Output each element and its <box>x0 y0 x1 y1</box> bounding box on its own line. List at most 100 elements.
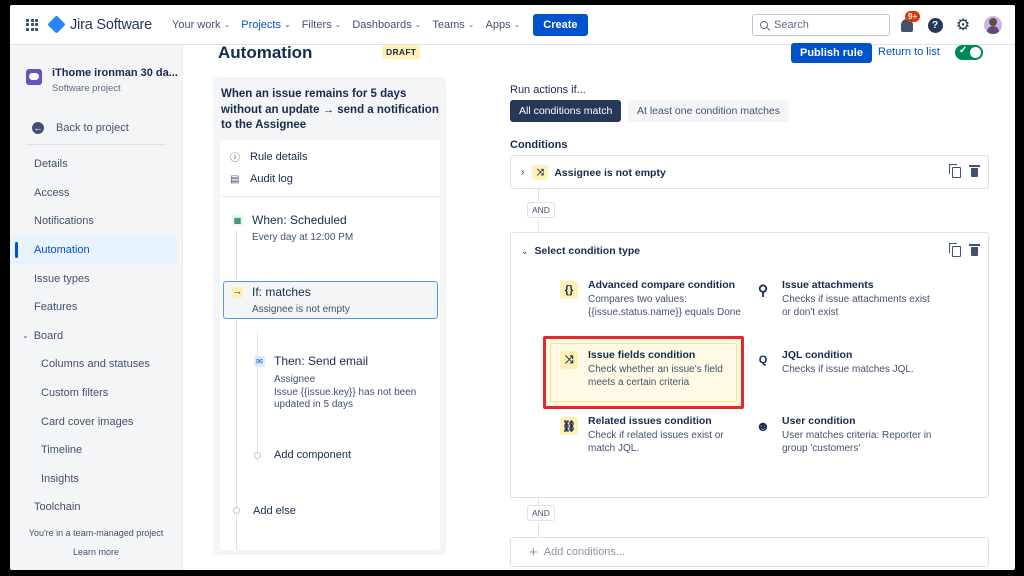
add-else-link[interactable]: Add else <box>253 505 296 517</box>
sidebar-item-columns-and-statuses[interactable]: Columns and statuses <box>10 350 182 379</box>
audit-log-link[interactable]: ▤ Audit log <box>230 173 293 185</box>
add-conditions-button[interactable]: + Add conditions... <box>510 537 989 567</box>
sidebar-item-issue-types[interactable]: Issue types <box>10 264 182 293</box>
chevron-down-icon: ⌄ <box>283 20 291 29</box>
add-component-link[interactable]: Add component <box>274 449 351 461</box>
rule-enabled-toggle[interactable]: ✓ <box>955 45 983 60</box>
flow-connector <box>538 522 539 537</box>
add-else-dot <box>233 507 240 514</box>
select-condition-header[interactable]: ⌄ Select condition type <box>521 245 640 257</box>
sidebar-item-insights[interactable]: Insights <box>10 465 182 494</box>
app-switcher-icon[interactable] <box>26 18 38 31</box>
option-title: Issue fields condition <box>588 349 696 361</box>
nav-label: Dashboards <box>352 18 412 31</box>
info-icon: ⓘ <box>230 153 240 164</box>
nav-label: Filters <box>301 18 332 31</box>
paperclip-icon: ⚲ <box>757 281 769 298</box>
rule-panel: When an issue remains for 5 days without… <box>213 77 446 555</box>
profile-avatar[interactable] <box>984 16 1002 34</box>
option-advanced-compare[interactable]: {} Advanced compare condition Compares t… <box>560 279 745 319</box>
one-condition-matches-option[interactable]: At least one condition matches <box>628 100 790 122</box>
sidebar-item-automation[interactable]: Automation <box>10 235 177 265</box>
action-subject: Issue {{issue.key}} has not been updated… <box>274 386 417 411</box>
option-related-issues[interactable]: ⛓ Related issues condition Check if rela… <box>560 415 745 455</box>
option-jql[interactable]: Q JQL condition Checks if issue matches … <box>754 349 939 376</box>
help-button[interactable]: ? <box>926 16 944 34</box>
sidebar-item-timeline[interactable]: Timeline <box>10 436 182 465</box>
back-to-project-link[interactable]: ← Back to project <box>32 122 129 134</box>
chevron-down-icon: ⌄ <box>223 20 231 29</box>
branch-icon: ⤙ <box>232 287 243 298</box>
jira-logo[interactable]: Jira Software <box>47 15 152 34</box>
nav-projects[interactable]: Projects ⌄ <box>241 19 290 31</box>
action-step[interactable]: ✉ Then: Send email Assignee Issue {{issu… <box>254 354 434 412</box>
option-description: Checks if issue matches JQL. <box>782 364 914 375</box>
trash-icon[interactable] <box>969 165 980 177</box>
option-title: User condition <box>782 415 856 427</box>
shuffle-icon: ⤨ <box>532 165 549 180</box>
nav-your-work[interactable]: Your work ⌄ <box>172 19 230 31</box>
project-header[interactable]: iThome ironman 30 da... Software project <box>26 67 178 94</box>
divider <box>26 144 166 145</box>
condition-description: Assignee is not empty <box>252 304 350 315</box>
option-description: Check if related issues exist or match J… <box>588 430 724 454</box>
create-button[interactable]: Create <box>533 13 588 36</box>
sidebar-item-toolchain[interactable]: Toolchain <box>10 493 182 522</box>
sidebar-item-custom-filters[interactable]: Custom filters <box>10 379 182 408</box>
sidebar-item-access[interactable]: Access <box>10 179 182 208</box>
option-title: Issue attachments <box>782 279 874 291</box>
shuffle-icon: ⤨ <box>560 351 578 369</box>
search-placeholder: Search <box>774 19 809 31</box>
option-issue-fields[interactable]: ⤨ Issue fields condition Check whether a… <box>560 349 745 389</box>
project-avatar-icon <box>26 69 42 85</box>
action-title: Then: Send email <box>274 354 369 368</box>
jira-diamond-icon <box>47 15 66 34</box>
publish-rule-button[interactable]: Publish rule <box>791 43 872 63</box>
sidebar-item-notifications[interactable]: Notifications <box>10 207 182 236</box>
condition-card[interactable]: › ⤨ Assignee is not empty <box>510 155 989 189</box>
nav-dashboards[interactable]: Dashboards ⌄ <box>352 19 421 31</box>
trigger-step[interactable]: ▦ When: Scheduled Every day at 12:00 PM <box>232 213 353 245</box>
rule-details-link[interactable]: ⓘ Rule details <box>230 149 307 165</box>
sidebar-item-details[interactable]: Details <box>10 150 182 179</box>
settings-button[interactable]: ⚙ <box>954 16 972 34</box>
divider <box>220 196 440 197</box>
search-input[interactable]: Search <box>752 14 890 36</box>
primary-nav: Your work ⌄ Projects ⌄ Filters ⌄ Dashboards… <box>172 13 588 36</box>
nav-filters[interactable]: Filters ⌄ <box>302 19 342 31</box>
option-description: Checks if issue attachments exist or don… <box>782 294 930 318</box>
sidebar-item-features[interactable]: Features <box>10 293 182 322</box>
sidebar-group-label: Board <box>33 329 64 342</box>
check-icon: ✓ <box>959 45 968 56</box>
return-to-list-link[interactable]: Return to list <box>878 46 940 58</box>
project-type: Software project <box>52 83 121 94</box>
copy-icon[interactable] <box>949 243 961 257</box>
nav-label: Apps <box>485 18 511 31</box>
conditions-heading: Conditions <box>510 139 568 151</box>
option-description: Check whether an issue's field meets a c… <box>588 364 723 388</box>
braces-icon: {} <box>560 281 578 299</box>
option-title: Advanced compare condition <box>588 279 736 291</box>
document-icon: ▤ <box>230 173 240 185</box>
plus-icon: + <box>529 543 538 561</box>
flow-connector <box>538 219 539 231</box>
back-label: Back to project <box>56 122 129 134</box>
learn-more-link[interactable]: Learn more <box>10 547 182 557</box>
magnifier-icon: Q <box>758 354 768 366</box>
chevron-down-icon: ⌄ <box>22 331 29 341</box>
option-user-condition[interactable]: ☻ User condition User matches criteria: … <box>754 415 939 455</box>
condition-card-title: Assignee is not empty <box>554 166 666 179</box>
toggle-knob <box>970 47 981 58</box>
option-issue-attachments[interactable]: ⚲ Issue attachments Checks if issue atta… <box>754 279 939 319</box>
condition-step-selected[interactable]: ⤙ If: matches Assignee is not empty <box>223 281 438 319</box>
nav-apps[interactable]: Apps ⌄ <box>485 19 520 31</box>
copy-icon[interactable] <box>949 164 961 178</box>
all-conditions-match-option[interactable]: All conditions match <box>510 100 622 122</box>
sidebar-group-board[interactable]: ⌄ Board <box>10 322 182 351</box>
trigger-description: Every day at 12:00 PM <box>252 232 354 243</box>
sidebar-item-card-cover-images[interactable]: Card cover images <box>10 407 182 436</box>
trash-icon[interactable] <box>969 244 980 256</box>
link-icon: ⛓ <box>560 417 578 435</box>
nav-teams[interactable]: Teams ⌄ <box>432 19 474 31</box>
run-actions-label: Run actions if... <box>510 84 586 96</box>
